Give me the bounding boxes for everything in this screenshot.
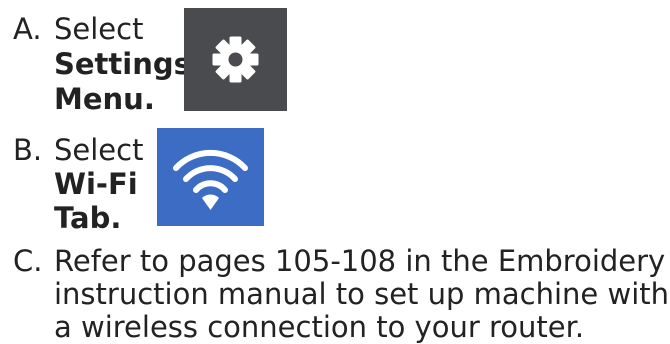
instruction-line: instruction manual to set up machine wit… [54, 277, 670, 311]
instruction-line: a wireless connection to your router. [54, 310, 585, 344]
step-verb: Select [54, 12, 144, 46]
wifi-icon [157, 128, 264, 226]
menu-label: Menu. [54, 82, 155, 116]
gear-icon [184, 8, 287, 111]
step-letter: B. [13, 133, 43, 167]
step-letter: C. [13, 244, 43, 278]
step-verb: Select [54, 133, 144, 167]
settings-label: Settings [54, 47, 191, 81]
wifi-tile [157, 128, 264, 226]
wifi-label: Wi-Fi [54, 167, 138, 201]
tab-label: Tab. [54, 201, 122, 235]
step-letter: A. [13, 12, 42, 46]
instruction-line: Refer to pages 105-108 in the Embroidery [54, 244, 666, 278]
settings-tile [184, 8, 287, 111]
